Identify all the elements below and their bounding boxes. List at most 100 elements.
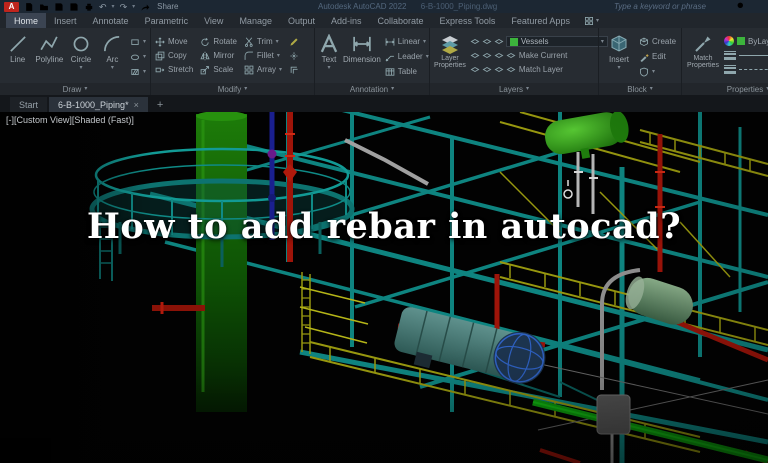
close-tab-icon[interactable]: × — [134, 100, 139, 110]
circle-button[interactable]: Circle ▾ — [67, 31, 94, 83]
layer-unlock-icon[interactable] — [494, 65, 504, 75]
share-button[interactable]: Share — [157, 2, 178, 11]
visual-style-control[interactable]: [Shaded (Fast)] — [72, 115, 134, 125]
drawing-viewport[interactable]: [-] [Custom View] [Shaded (Fast)] How to… — [0, 112, 768, 463]
view-control[interactable]: [Custom View] — [14, 115, 72, 125]
draw-panel-title[interactable]: Draw ▾ — [0, 83, 150, 95]
tab-annotate[interactable]: Annotate — [85, 13, 137, 28]
viewport-canvas[interactable] — [0, 112, 768, 463]
rectangle-button[interactable]: ▾ — [130, 35, 146, 48]
red-valve — [283, 164, 297, 182]
arc-button[interactable]: Arc ▾ — [99, 31, 126, 83]
autocad-logo[interactable]: A — [4, 1, 19, 12]
layer-off-icon[interactable] — [470, 37, 480, 47]
table-button[interactable]: Table — [385, 65, 429, 78]
redo-icon[interactable]: ↷ — [120, 2, 128, 12]
match-layer-icon — [506, 65, 516, 75]
block-panel-title[interactable]: Block ▾ — [599, 83, 681, 95]
linear-icon — [385, 37, 395, 47]
layer-freeze-icon[interactable] — [482, 37, 492, 47]
open-icon[interactable] — [39, 2, 49, 12]
stretch-button[interactable]: Stretch — [155, 63, 193, 76]
app-title: Autodesk AutoCAD 2022 — [318, 1, 407, 11]
panel-properties: Match Properties ByLayer ▾ ByLayer — [682, 28, 768, 95]
erase-button[interactable] — [289, 35, 299, 48]
layer-freeze2-icon[interactable] — [494, 51, 504, 61]
line-button[interactable]: Line — [4, 31, 31, 83]
quick-access-toolbar: A ↶ ▾ ↷ ▾ Share — [4, 1, 178, 12]
save-as-icon[interactable] — [69, 2, 79, 12]
properties-panel-title[interactable]: Properties ▾ — [682, 83, 768, 95]
lineweight-dropdown[interactable]: ByLayer — [724, 49, 768, 61]
search-input[interactable] — [614, 1, 732, 11]
offset-icon — [289, 65, 299, 75]
tab-add-ins[interactable]: Add-ins — [323, 13, 370, 28]
undo-icon[interactable]: ↶ — [99, 2, 107, 12]
panel-annotation: Text ▾ Dimension Linear ▾ Leader ▾ Table… — [315, 28, 429, 95]
current-layer-name: Vessels — [520, 37, 549, 46]
search-icon[interactable] — [736, 1, 746, 11]
polyline-button[interactable]: Polyline — [35, 31, 63, 83]
layers-panel-title[interactable]: Layers ▾ — [430, 83, 598, 95]
fillet-button[interactable]: Fillet ▾ — [244, 49, 282, 62]
layer-thaw-icon[interactable] — [482, 65, 492, 75]
array-button[interactable]: Array ▾ — [244, 63, 282, 76]
hatch-button[interactable]: ▾ — [130, 65, 146, 78]
layer-dropdown[interactable]: Vessels ▾ — [505, 36, 608, 47]
linetype-dropdown[interactable]: ByLayer — [724, 63, 768, 75]
tab-view[interactable]: View — [196, 13, 231, 28]
match-layer-button[interactable]: Match Layer — [506, 63, 563, 76]
layer-unisolate-icon[interactable] — [482, 51, 492, 61]
share-icon[interactable] — [140, 2, 150, 12]
layer-isolate-icon[interactable] — [470, 51, 480, 61]
start-tab[interactable]: Start — [10, 97, 48, 112]
save-icon[interactable] — [54, 2, 64, 12]
make-current-icon — [506, 51, 516, 61]
plot-icon[interactable] — [84, 2, 94, 12]
tab-collaborate[interactable]: Collaborate — [370, 13, 432, 28]
edit-block-button[interactable]: Edit — [639, 50, 676, 63]
drawing-tab[interactable]: 6-B-1000_Piping* × — [49, 97, 148, 112]
dimension-button[interactable]: Dimension — [343, 31, 381, 83]
undo-dropdown-icon[interactable]: ▾ — [112, 3, 115, 10]
annotation-panel-title[interactable]: Annotation ▾ — [315, 83, 429, 95]
scale-button[interactable]: Scale — [200, 63, 237, 76]
viewport-minimize-control[interactable]: [-] — [6, 115, 14, 125]
new-drawing-icon[interactable] — [24, 2, 34, 12]
copy-button[interactable]: Copy — [155, 49, 193, 62]
insert-button[interactable]: Insert ▾ — [603, 31, 635, 83]
offset-button[interactable] — [289, 63, 299, 76]
ellipse-icon — [130, 52, 140, 62]
object-color-dropdown[interactable]: ByLayer ▾ — [724, 35, 768, 47]
leader-button[interactable]: Leader ▾ — [385, 50, 429, 63]
tab-output[interactable]: Output — [280, 13, 323, 28]
mirror-button[interactable]: Mirror — [200, 49, 237, 62]
ellipse-button[interactable]: ▾ — [130, 50, 146, 63]
trim-button[interactable]: Trim ▾ — [244, 35, 282, 48]
make-current-button[interactable]: Make Current — [506, 49, 567, 62]
new-tab-button[interactable]: + — [150, 97, 170, 112]
explode-button[interactable] — [289, 49, 299, 62]
linear-button[interactable]: Linear ▾ — [385, 35, 429, 48]
modify-panel-title[interactable]: Modify ▾ — [151, 83, 314, 95]
tab-manage[interactable]: Manage — [231, 13, 280, 28]
ribbon-tab-bar: Home Insert Annotate Parametric View Man… — [0, 13, 768, 28]
layer-properties-button[interactable]: Layer Properties — [434, 31, 466, 83]
text-button[interactable]: Text ▾ — [319, 31, 339, 83]
tab-home[interactable]: Home — [6, 13, 47, 28]
ribbon-options-button[interactable]: ▾ — [578, 13, 605, 28]
block-attributes-button[interactable]: ▾ — [639, 65, 676, 78]
move-button[interactable]: Move — [155, 35, 193, 48]
tab-express-tools[interactable]: Express Tools — [432, 13, 504, 28]
panel-layers: Layer Properties Vessels ▾ Make Current … — [430, 28, 608, 95]
match-properties-button[interactable]: Match Properties — [686, 31, 720, 83]
rotate-button[interactable]: Rotate — [200, 35, 237, 48]
tab-parametric[interactable]: Parametric — [137, 13, 197, 28]
layer-on-icon[interactable] — [470, 65, 480, 75]
create-block-button[interactable]: Create — [639, 35, 676, 48]
redo-dropdown-icon[interactable]: ▾ — [132, 3, 135, 10]
tab-insert[interactable]: Insert — [46, 13, 85, 28]
gray-pipe — [344, 138, 429, 186]
layer-lock-icon[interactable] — [494, 37, 504, 47]
tab-featured-apps[interactable]: Featured Apps — [503, 13, 578, 28]
